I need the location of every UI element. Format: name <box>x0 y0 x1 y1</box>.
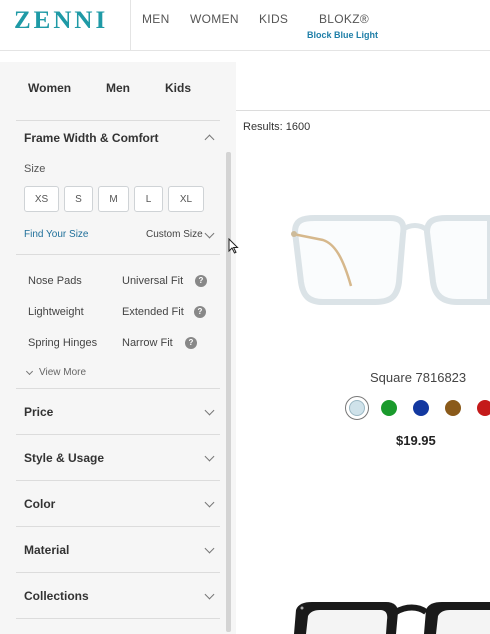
nav-kids[interactable]: KIDS <box>259 12 288 26</box>
help-icon[interactable]: ? <box>195 275 207 287</box>
divider <box>16 618 220 619</box>
filter-material-header[interactable]: Material <box>24 543 69 557</box>
help-icon[interactable]: ? <box>185 337 197 349</box>
view-more-link[interactable]: View More <box>39 367 86 378</box>
color-swatch[interactable] <box>349 400 365 416</box>
divider <box>16 526 220 527</box>
chevron-down-icon[interactable] <box>204 589 215 600</box>
color-swatch[interactable] <box>381 400 397 416</box>
nav-blokz-subtitle[interactable]: Block Blue Light <box>307 30 378 40</box>
tab-kids[interactable]: Kids <box>165 81 191 95</box>
mouse-cursor-icon <box>228 238 239 254</box>
find-your-size-link[interactable]: Find Your Size <box>24 229 89 240</box>
nav-men[interactable]: MEN <box>142 12 170 26</box>
frame-width-comfort-header[interactable]: Frame Width & Comfort <box>24 131 159 145</box>
nav-blokz[interactable]: BLOKZ® <box>319 12 369 26</box>
chevron-down-icon[interactable] <box>204 405 215 416</box>
size-l-button[interactable]: L <box>134 186 163 212</box>
product-image-black-glasses[interactable] <box>290 598 490 634</box>
help-icon[interactable]: ? <box>194 306 206 318</box>
chevron-down-icon[interactable] <box>204 228 215 239</box>
product-name[interactable]: Square 7816823 <box>370 370 466 385</box>
size-m-button[interactable]: M <box>98 186 129 212</box>
divider <box>16 480 220 481</box>
filter-price-header[interactable]: Price <box>24 405 53 419</box>
results-divider <box>236 110 490 111</box>
tab-women[interactable]: Women <box>28 81 71 95</box>
filter-nose-pads[interactable]: Nose Pads <box>28 275 82 287</box>
results-count: Results: 1600 <box>243 121 311 133</box>
filter-universal-fit[interactable]: Universal Fit <box>122 275 183 287</box>
filter-sidebar: Women Men Kids Frame Width & Comfort Siz… <box>0 62 236 634</box>
header-divider <box>130 0 131 50</box>
sidebar-scrollbar[interactable] <box>226 152 231 632</box>
filter-spring-hinges[interactable]: Spring Hinges <box>28 337 97 349</box>
size-xl-button[interactable]: XL <box>168 186 204 212</box>
tab-men[interactable]: Men <box>106 81 130 95</box>
filter-narrow-fit[interactable]: Narrow Fit <box>122 337 173 349</box>
filter-style-usage-header[interactable]: Style & Usage <box>24 451 104 465</box>
filter-color-header[interactable]: Color <box>24 497 55 511</box>
filter-extended-fit[interactable]: Extended Fit <box>122 306 184 318</box>
site-header: ZENNI MEN WOMEN KIDS BLOKZ® Block Blue L… <box>0 0 490 51</box>
chevron-down-icon[interactable] <box>25 367 34 376</box>
chevron-down-icon[interactable] <box>204 451 215 462</box>
divider <box>16 254 220 255</box>
divider <box>16 434 220 435</box>
chevron-down-icon[interactable] <box>204 497 215 508</box>
nav-women[interactable]: WOMEN <box>190 12 239 26</box>
divider <box>16 120 220 121</box>
divider <box>16 388 220 389</box>
product-image-clear-square-glasses[interactable] <box>285 210 490 320</box>
color-swatch[interactable] <box>445 400 461 416</box>
chevron-down-icon[interactable] <box>204 543 215 554</box>
product-price: $19.95 <box>396 433 436 448</box>
size-label: Size <box>24 163 46 175</box>
zenni-logo[interactable]: ZENNI <box>14 7 108 35</box>
filter-collections-header[interactable]: Collections <box>24 589 89 603</box>
color-swatch[interactable] <box>413 400 429 416</box>
filter-lightweight[interactable]: Lightweight <box>28 306 84 318</box>
size-xs-button[interactable]: XS <box>24 186 59 212</box>
divider <box>16 572 220 573</box>
color-swatch[interactable] <box>477 400 490 416</box>
chevron-up-icon[interactable] <box>204 134 215 145</box>
size-s-button[interactable]: S <box>64 186 93 212</box>
custom-size-dropdown[interactable]: Custom Size <box>146 229 203 240</box>
